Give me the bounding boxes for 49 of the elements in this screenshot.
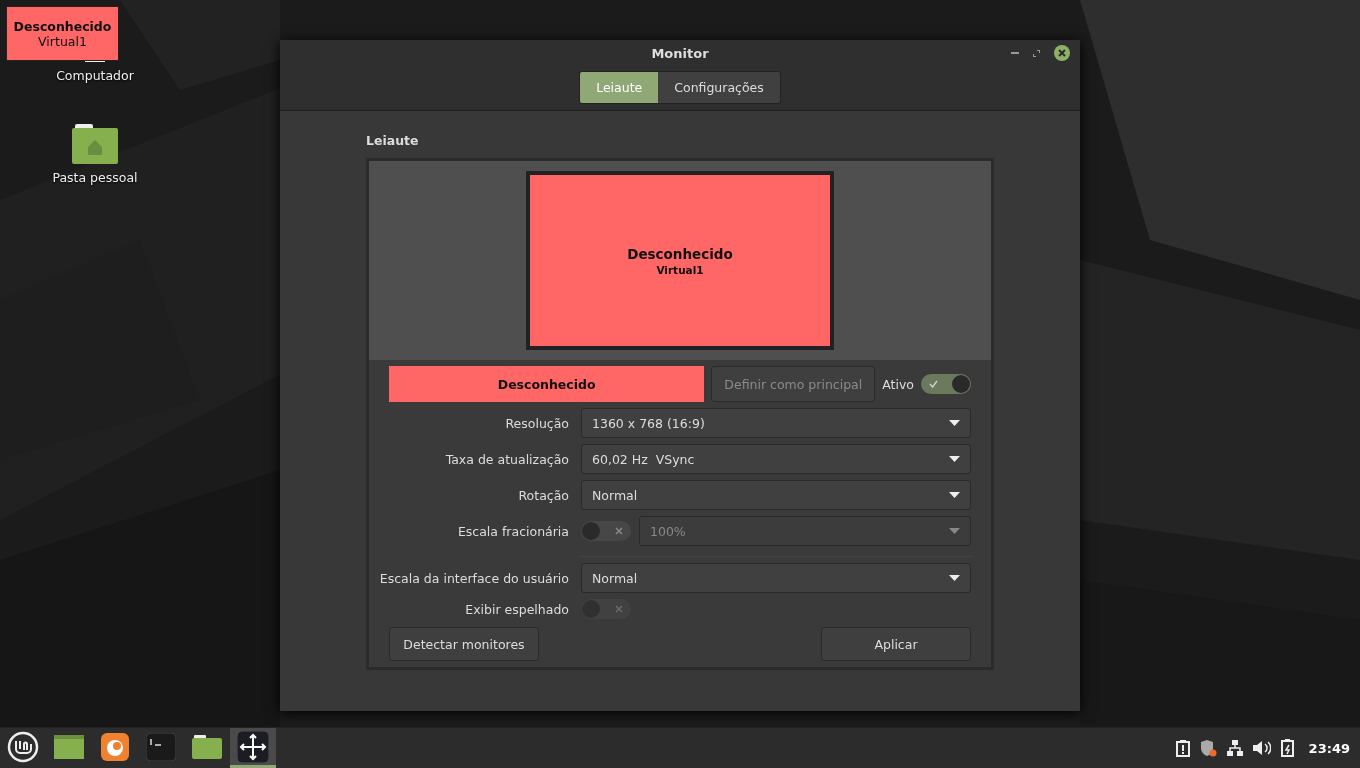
- dropdown[interactable]: Normal: [581, 563, 971, 593]
- monitor-connector: Virtual1: [38, 33, 87, 49]
- field-label: Escala fracionária: [457, 523, 569, 539]
- close-icon[interactable]: [1054, 45, 1070, 61]
- fox-icon: [101, 732, 129, 761]
- clock[interactable]: 23:49: [1308, 740, 1350, 756]
- dropdown-caret-icon: [949, 528, 960, 534]
- dropdown[interactable]: Normal: [581, 480, 971, 510]
- dropdown-caret-icon: [949, 456, 960, 462]
- monitor-preview[interactable]: Desconhecido Virtual1: [526, 171, 834, 350]
- detect-button[interactable]: Detectar monitores: [389, 627, 539, 661]
- dropdown-caret-icon: [949, 492, 960, 498]
- window-title: Monitor: [651, 46, 709, 61]
- move-arrows-icon: [237, 730, 269, 763]
- active-label: Ativo: [882, 376, 914, 392]
- apply-button[interactable]: Aplicar: [821, 627, 971, 661]
- monitor-name: Desconhecido: [627, 245, 733, 262]
- shield-icon[interactable]: [1199, 739, 1217, 757]
- taskbar-app[interactable]: [230, 728, 276, 768]
- network-icon[interactable]: [1226, 740, 1243, 756]
- battery-icon[interactable]: [1280, 739, 1295, 757]
- tab[interactable]: Configurações: [658, 72, 780, 103]
- dropdown[interactable]: 1360 x 768 (16:9): [581, 408, 971, 438]
- maximize-icon[interactable]: [1033, 49, 1040, 57]
- window-icon: [54, 734, 84, 759]
- monitor-name: Desconhecido: [13, 18, 112, 34]
- section-heading: Leiaute: [366, 133, 420, 148]
- volume-icon[interactable]: [1252, 741, 1271, 755]
- desktop-icon-label[interactable]: Pasta pessoal: [52, 170, 138, 185]
- dropdown-caret-icon: [949, 575, 960, 581]
- monitor-connector: Virtual1: [656, 263, 704, 276]
- home-folder-icon: [72, 124, 118, 164]
- dropdown-caret-icon: [949, 420, 960, 426]
- desktop-icon-label[interactable]: Computador: [56, 68, 134, 83]
- check-icon: [929, 380, 938, 388]
- folder-icon: [192, 734, 222, 759]
- monitor-name-bar: Desconhecido: [389, 366, 705, 402]
- field-label: Escala da interface do usuário: [379, 570, 569, 586]
- toggle-switch[interactable]: [921, 374, 971, 394]
- cross-icon: [615, 605, 623, 613]
- field-label: Exibir espelhado: [465, 601, 569, 617]
- field-label: Rotação: [518, 487, 569, 503]
- clipboard-alert-icon[interactable]: [1175, 739, 1190, 757]
- terminal-icon: [146, 732, 176, 761]
- dropdown[interactable]: 60,02 Hz VSync: [581, 444, 971, 474]
- menu-logo-icon[interactable]: [7, 730, 39, 763]
- cross-icon: [615, 527, 623, 535]
- field-label: Taxa de atualização: [445, 451, 569, 467]
- field-label: Resolução: [505, 415, 569, 431]
